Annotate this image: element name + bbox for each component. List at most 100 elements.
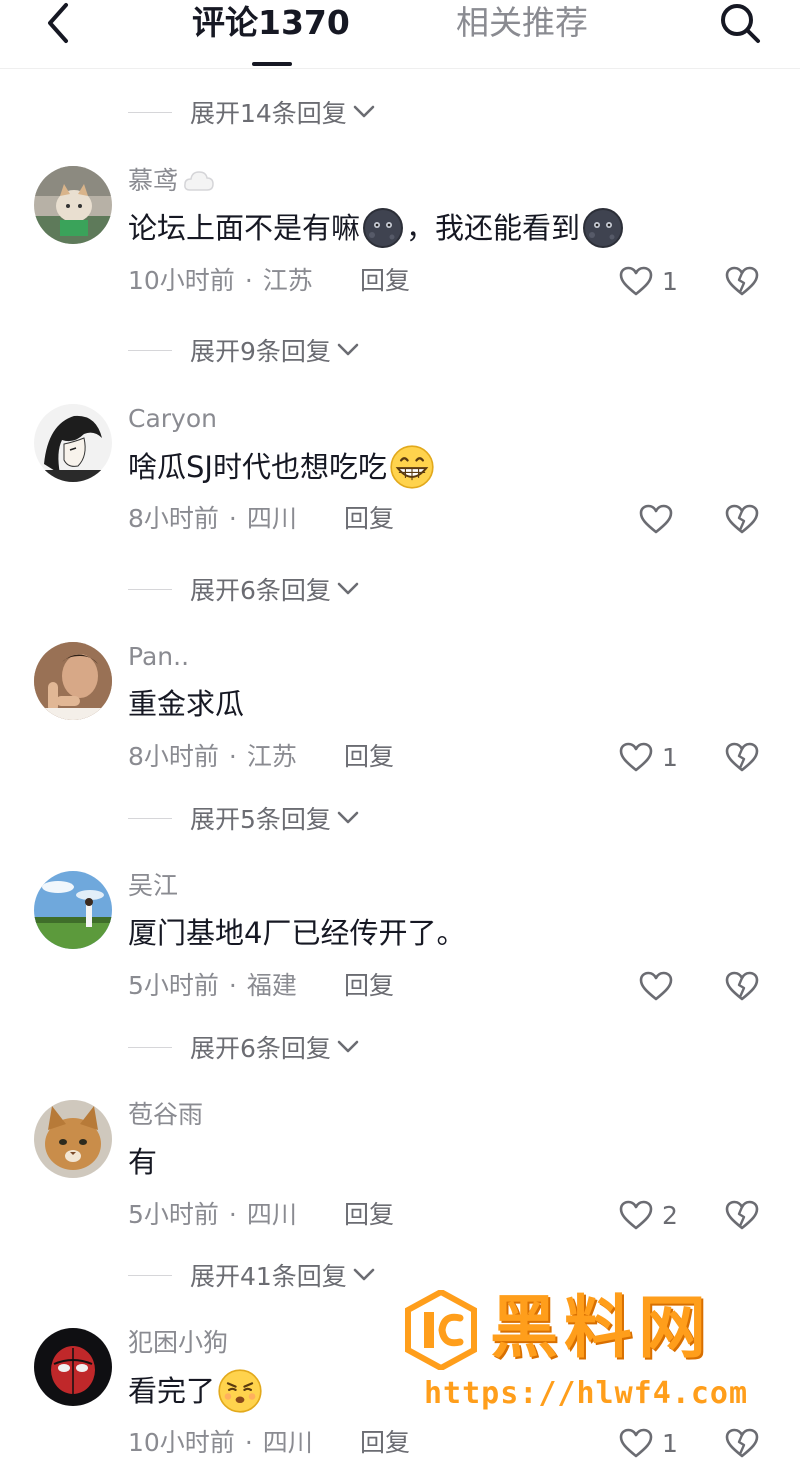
dislike-button[interactable]	[724, 1426, 760, 1460]
dislike-button[interactable]	[724, 502, 760, 536]
comment-text-part: 有	[128, 1145, 158, 1179]
like-button[interactable]: 1	[618, 740, 678, 774]
broken-heart-icon	[725, 1428, 759, 1458]
timestamp: 8小时前	[128, 504, 219, 533]
username-text: 吴江	[128, 871, 179, 900]
avatar[interactable]	[34, 166, 112, 244]
comment-item: Pan.. 重金求瓜 8小时前 · 江苏 回复 1	[0, 642, 800, 792]
comment-meta: 5小时前 · 四川	[128, 1200, 297, 1229]
dislike-button[interactable]	[724, 1198, 760, 1232]
reply-button[interactable]: 回复	[360, 264, 410, 298]
dislike-button[interactable]	[724, 264, 760, 298]
comment-text: 重金求瓜	[128, 682, 244, 726]
comment-text-part: 看完了	[128, 1374, 216, 1408]
comment-text-part: 啥瓜SJ时代也想吃吃	[128, 450, 387, 484]
watermark-url: https://hlwf4.com	[424, 1376, 749, 1411]
location: 江苏	[246, 742, 297, 771]
divider	[128, 1046, 172, 1048]
comment-text-part: 重金求瓜	[128, 687, 245, 721]
expand-replies[interactable]: 展开6条回复	[128, 1029, 359, 1065]
comment-item: Caryon 啥瓜SJ时代也想吃吃 8小时前 · 四川 回复	[0, 404, 800, 554]
watermark: 黑料网 https://hlwf4.com	[404, 1289, 784, 1430]
chevron-down-icon	[353, 105, 375, 119]
like-button[interactable]: 1	[618, 1426, 678, 1460]
avatar[interactable]	[34, 404, 112, 482]
dark-moon-face-emoji	[583, 208, 624, 248]
username[interactable]: 犯困小狗	[128, 1328, 228, 1358]
divider	[128, 111, 172, 113]
avatar[interactable]	[34, 642, 112, 720]
comment-text: 厦门基地4厂已经传开了。	[128, 911, 465, 955]
chevron-down-icon	[337, 582, 359, 596]
broken-heart-icon	[725, 266, 759, 296]
like-button[interactable]	[638, 502, 682, 536]
username[interactable]: Pan..	[128, 642, 189, 672]
reply-button[interactable]: 回复	[344, 740, 394, 774]
comment-text: 啥瓜SJ时代也想吃吃	[128, 444, 437, 490]
chevron-down-icon	[337, 1040, 359, 1054]
location: 福建	[246, 971, 297, 1000]
location: 江苏	[262, 266, 313, 295]
avatar[interactable]	[34, 871, 112, 949]
heart-icon	[619, 1200, 653, 1230]
comment-meta: 10小时前 · 四川	[128, 1428, 313, 1457]
expand-replies[interactable]: 展开9条回复	[128, 332, 359, 368]
broken-heart-icon	[725, 971, 759, 1001]
comment-item: 慕鸢 论坛上面不是有嘛 ，我还能看到 10小时前 · 江苏 回复 1	[0, 166, 800, 316]
username-text: 慕鸢	[128, 166, 179, 195]
chevron-left-icon	[48, 3, 68, 43]
cloud-badge-icon	[184, 171, 214, 191]
avatar[interactable]	[34, 1328, 112, 1406]
broken-heart-icon	[725, 504, 759, 534]
dislike-button[interactable]	[724, 969, 760, 1003]
username[interactable]: Caryon	[128, 404, 217, 434]
reply-button[interactable]: 回复	[344, 969, 394, 1003]
tab-comments[interactable]: 评论1370	[192, 2, 350, 44]
timestamp: 5小时前	[128, 1200, 219, 1229]
chevron-down-icon	[353, 1268, 375, 1282]
chevron-down-icon	[337, 343, 359, 357]
grinning-face-emoji	[390, 445, 434, 489]
chevron-down-icon	[337, 811, 359, 825]
smirking-face-emoji	[218, 1369, 262, 1413]
expand-replies[interactable]: 展开14条回复	[128, 94, 375, 130]
avatar[interactable]	[34, 1100, 112, 1178]
comment-item: 吴江 厦门基地4厂已经传开了。 5小时前 · 福建 回复	[0, 871, 800, 1021]
comment-meta: 5小时前 · 福建	[128, 971, 297, 1000]
comment-text-part: 厦门基地4厂已经传开了。	[128, 916, 466, 950]
divider	[128, 817, 172, 819]
reply-button[interactable]: 回复	[344, 1198, 394, 1232]
expand-replies-label: 展开5条回复	[190, 805, 331, 834]
dislike-button[interactable]	[724, 740, 760, 774]
username-text: 犯困小狗	[128, 1328, 229, 1357]
reply-button[interactable]: 回复	[360, 1426, 410, 1460]
like-button[interactable]: 1	[618, 264, 678, 298]
tab-related[interactable]: 相关推荐	[456, 2, 588, 44]
location: 四川	[246, 504, 297, 533]
like-count: 1	[662, 266, 678, 296]
expand-replies[interactable]: 展开6条回复	[128, 571, 359, 607]
location: 四川	[262, 1428, 313, 1457]
back-button[interactable]	[38, 0, 78, 46]
like-button[interactable]	[638, 969, 682, 1003]
heart-icon	[639, 504, 673, 534]
search-icon	[721, 4, 760, 43]
username[interactable]: 吴江	[128, 871, 178, 901]
search-button[interactable]	[716, 2, 764, 46]
comment-meta: 10小时前 · 江苏	[128, 266, 313, 295]
expand-replies[interactable]: 展开41条回复	[128, 1257, 375, 1293]
like-count: 2	[662, 1200, 678, 1230]
expand-replies[interactable]: 展开5条回复	[128, 800, 359, 836]
like-button[interactable]: 2	[618, 1198, 678, 1232]
watermark-logo-icon	[405, 1290, 477, 1370]
top-bar: 评论1370 相关推荐	[0, 0, 800, 69]
comment-text: 论坛上面不是有嘛 ，我还能看到	[128, 206, 626, 250]
username[interactable]: 苞谷雨	[128, 1100, 203, 1130]
comment-meta: 8小时前 · 江苏	[128, 742, 297, 771]
heart-icon	[639, 971, 673, 1001]
timestamp: 5小时前	[128, 971, 219, 1000]
comment-meta: 8小时前 · 四川	[128, 504, 297, 533]
comment-text: 有	[128, 1140, 157, 1184]
reply-button[interactable]: 回复	[344, 502, 394, 536]
username[interactable]: 慕鸢	[128, 166, 216, 196]
